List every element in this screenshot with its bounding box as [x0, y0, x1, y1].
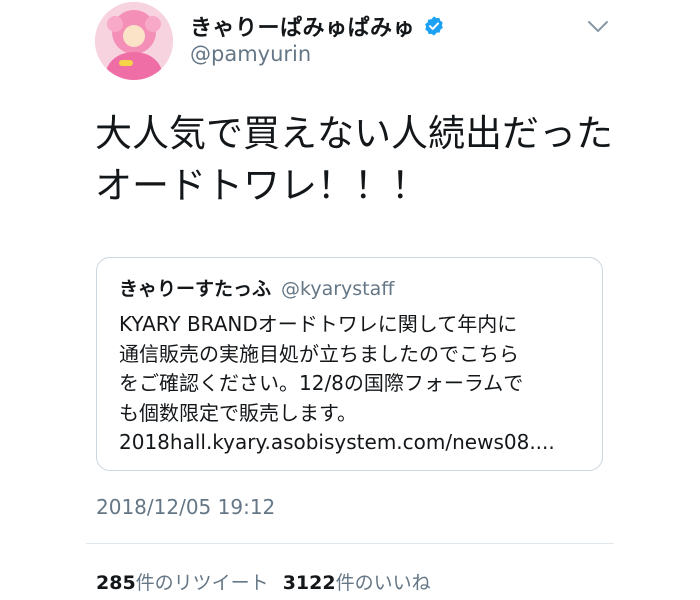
quoted-tweet-card[interactable]: きゃりーすたっふ @kyarystaff KYARY BRANDオードトワレに関…: [96, 257, 603, 471]
tweet-detail: きゃりーぱみゅぱみゅ @pamyurin 大人気で買えない人続出だったオードトワ…: [0, 0, 700, 600]
like-count[interactable]: 3122: [283, 572, 336, 594]
author-handle[interactable]: @pamyurin: [190, 42, 311, 66]
retweet-count[interactable]: 285: [96, 572, 136, 594]
retweet-label[interactable]: 件のリツイート: [136, 568, 269, 595]
tweet-timestamp[interactable]: 2018/12/05 19:12: [96, 495, 275, 519]
verified-badge-icon: [425, 16, 443, 36]
tweet-text: 大人気で買えない人続出だったオードトワレ！！！: [95, 112, 613, 207]
quoted-author-display-name: きゃりーすたっふ: [119, 278, 272, 300]
avatar-image: [95, 2, 173, 80]
author-name-row: きゃりーぱみゅぱみゅ: [190, 10, 445, 42]
author-display-name[interactable]: きゃりーぱみゅぱみゅ: [190, 10, 415, 42]
chevron-down-icon[interactable]: [586, 18, 610, 36]
quoted-tweet-header: きゃりーすたっふ @kyarystaff: [119, 274, 394, 301]
like-label[interactable]: 件のいいね: [336, 568, 431, 595]
quoted-author-handle: @kyarystaff: [281, 278, 395, 300]
avatar[interactable]: [95, 2, 173, 80]
quoted-tweet-text: KYARY BRANDオードトワレに関して年内に 通信販売の実施目処が立ちました…: [119, 312, 555, 454]
engagement-stats: 285 件のリツイート 3122 件のいいね: [96, 568, 431, 595]
divider: [86, 543, 614, 544]
